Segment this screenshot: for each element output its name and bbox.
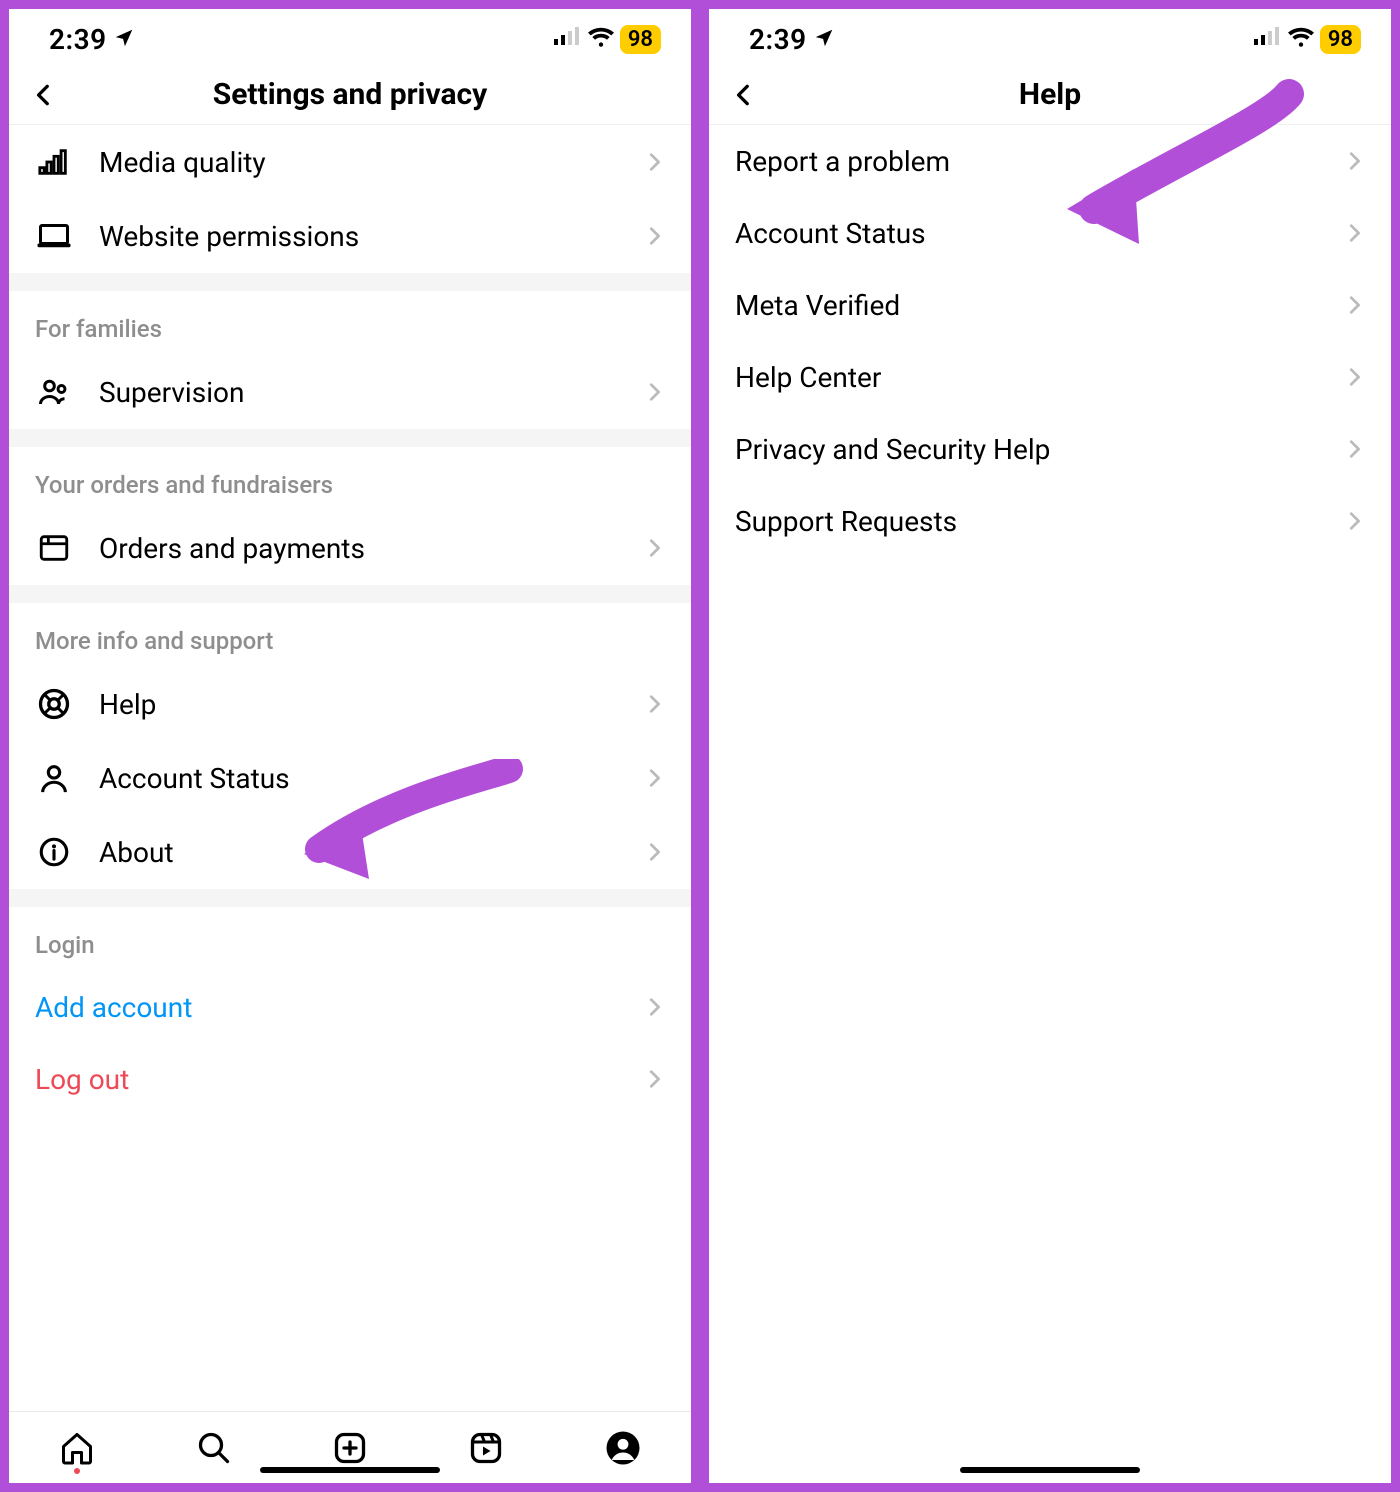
box-icon — [35, 529, 73, 567]
row-account-status[interactable]: Account Status — [9, 741, 691, 815]
chevron-right-icon — [1343, 438, 1365, 460]
row-label: Privacy and Security Help — [735, 433, 1343, 466]
nav-bar: Settings and privacy — [9, 65, 691, 125]
row-help[interactable]: Help — [9, 667, 691, 741]
row-label: Media quality — [99, 146, 617, 179]
wifi-icon — [1288, 27, 1314, 51]
info-icon — [35, 833, 73, 871]
row-privacy-security-help[interactable]: Privacy and Security Help — [709, 413, 1391, 485]
row-label: Account Status — [735, 217, 1343, 250]
cellular-icon — [1254, 27, 1282, 51]
row-website-permissions[interactable]: Website permissions — [9, 199, 691, 273]
tab-profile[interactable] — [601, 1426, 645, 1470]
row-label: Account Status — [99, 762, 617, 795]
laptop-icon — [35, 217, 73, 255]
location-icon — [113, 23, 135, 56]
signal-icon — [35, 143, 73, 181]
section-header: For families — [9, 291, 691, 355]
page-title: Help — [709, 77, 1391, 112]
row-label: Website permissions — [99, 220, 617, 253]
row-add-account[interactable]: Add account — [9, 971, 691, 1043]
row-orders-payments[interactable]: Orders and payments — [9, 511, 691, 585]
nav-bar: Help — [709, 65, 1391, 125]
lifebuoy-icon — [35, 685, 73, 723]
section-header: More info and support — [9, 603, 691, 667]
back-button[interactable] — [27, 78, 61, 112]
people-icon — [35, 373, 73, 411]
wifi-icon — [588, 27, 614, 51]
chevron-right-icon — [1343, 222, 1365, 244]
section-header: Your orders and fundraisers — [9, 447, 691, 511]
chevron-right-icon — [643, 151, 665, 173]
row-meta-verified[interactable]: Meta Verified — [709, 269, 1391, 341]
row-media-quality[interactable]: Media quality — [9, 125, 691, 199]
chevron-right-icon — [643, 537, 665, 559]
chevron-right-icon — [643, 841, 665, 863]
status-time: 2:39 — [749, 23, 807, 56]
chevron-right-icon — [643, 225, 665, 247]
row-label: Log out — [35, 1063, 643, 1096]
chevron-right-icon — [643, 1068, 665, 1090]
chevron-right-icon — [643, 996, 665, 1018]
row-account-status[interactable]: Account Status — [709, 197, 1391, 269]
row-report-problem[interactable]: Report a problem — [709, 125, 1391, 197]
tab-home[interactable] — [55, 1426, 99, 1470]
chevron-right-icon — [1343, 294, 1365, 316]
home-indicator-icon — [960, 1467, 1140, 1473]
chevron-right-icon — [643, 381, 665, 403]
status-time: 2:39 — [49, 23, 107, 56]
chevron-right-icon — [1343, 366, 1365, 388]
chevron-right-icon — [643, 767, 665, 789]
row-log-out[interactable]: Log out — [9, 1043, 691, 1115]
row-label: Report a problem — [735, 145, 1343, 178]
row-label: Orders and payments — [99, 532, 617, 565]
battery-badge: 98 — [620, 25, 661, 54]
help-screen: 2:39 98 Help Report a problem Account St… — [704, 4, 1396, 1488]
row-help-center[interactable]: Help Center — [709, 341, 1391, 413]
help-list: Report a problem Account Status Meta Ver… — [709, 125, 1391, 1483]
tab-reels[interactable] — [464, 1426, 508, 1470]
tab-create[interactable] — [328, 1426, 372, 1470]
settings-screen: 2:39 98 Settings and privacy M — [4, 4, 696, 1488]
row-label: About — [99, 836, 617, 869]
cellular-icon — [554, 27, 582, 51]
section-header: Login — [9, 907, 691, 971]
row-support-requests[interactable]: Support Requests — [709, 485, 1391, 557]
chevron-right-icon — [1343, 510, 1365, 532]
row-about[interactable]: About — [9, 815, 691, 889]
row-label: Support Requests — [735, 505, 1343, 538]
status-bar: 2:39 98 — [709, 9, 1391, 65]
home-indicator-icon — [260, 1467, 440, 1473]
row-label: Help Center — [735, 361, 1343, 394]
tab-search[interactable] — [192, 1426, 236, 1470]
row-supervision[interactable]: Supervision — [9, 355, 691, 429]
status-bar: 2:39 98 — [9, 9, 691, 65]
row-label: Help — [99, 688, 617, 721]
person-icon — [35, 759, 73, 797]
chevron-right-icon — [643, 693, 665, 715]
back-button[interactable] — [727, 78, 761, 112]
chevron-right-icon — [1343, 150, 1365, 172]
notification-dot-icon — [74, 1468, 80, 1474]
page-title: Settings and privacy — [9, 77, 691, 112]
battery-badge: 98 — [1320, 25, 1361, 54]
row-label: Add account — [35, 991, 643, 1024]
row-label: Supervision — [99, 376, 617, 409]
settings-list: Media quality Website permissions For fa… — [9, 125, 691, 1411]
row-label: Meta Verified — [735, 289, 1343, 322]
location-icon — [813, 23, 835, 56]
